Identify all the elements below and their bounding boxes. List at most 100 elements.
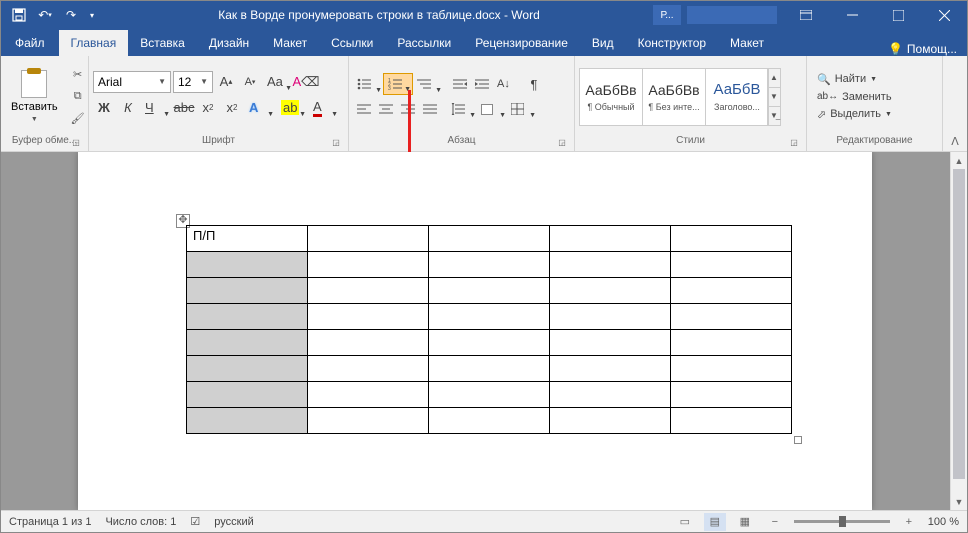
table-cell[interactable] [550, 226, 671, 252]
font-dialog-launcher[interactable]: ◲ [330, 138, 342, 150]
sort-button[interactable]: A↓ [493, 73, 523, 95]
table-cell[interactable] [429, 330, 550, 356]
multilevel-list-button[interactable]: ▼ [413, 73, 443, 95]
tab-design[interactable]: Дизайн [197, 30, 261, 56]
print-layout-button[interactable]: ▤ [704, 513, 726, 531]
font-size-combo[interactable]: 12▼ [173, 71, 213, 93]
table-cell[interactable] [671, 226, 792, 252]
table-cell[interactable] [308, 330, 429, 356]
table-cell[interactable] [550, 252, 671, 278]
text-effects-button[interactable]: А▼ [245, 97, 275, 119]
zoom-level[interactable]: 100 % [928, 516, 959, 528]
table-cell[interactable] [308, 278, 429, 304]
tab-view[interactable]: Вид [580, 30, 626, 56]
table-cell[interactable] [550, 330, 671, 356]
bold-button[interactable]: Ж [93, 97, 115, 119]
table-cell[interactable] [429, 226, 550, 252]
table-cell-selected[interactable] [187, 330, 308, 356]
table-cell[interactable] [671, 408, 792, 434]
styles-dialog-launcher[interactable]: ◲ [788, 138, 800, 150]
page[interactable]: ✥ П/П [78, 152, 872, 510]
table-cell[interactable] [429, 278, 550, 304]
change-case-button[interactable]: Aa▼ [263, 71, 293, 93]
tab-home[interactable]: Главная [59, 30, 129, 56]
table-cell[interactable] [550, 304, 671, 330]
style-normal[interactable]: АаБбВв¶ Обычный [579, 68, 643, 126]
copy-button[interactable]: ⧉ [68, 87, 88, 107]
cut-button[interactable]: ✂ [68, 65, 88, 85]
clipboard-dialog-launcher[interactable]: ◲ [70, 138, 82, 150]
qat-customize[interactable]: ▾ [85, 3, 99, 27]
decrease-indent-button[interactable] [449, 73, 471, 95]
subscript-button[interactable]: x2 [197, 97, 219, 119]
styles-scroll-down[interactable]: ▼ [768, 88, 780, 107]
table-cell[interactable] [550, 382, 671, 408]
table-cell[interactable] [550, 356, 671, 382]
format-painter-button[interactable]: 🖌 [68, 109, 88, 129]
align-center-button[interactable] [375, 98, 397, 120]
table-resize-handle[interactable] [794, 436, 802, 444]
collapse-ribbon-button[interactable]: ᐱ [943, 56, 967, 151]
style-heading1[interactable]: АаБбВЗаголово... [705, 68, 769, 126]
scroll-thumb[interactable] [953, 169, 965, 479]
font-color-button[interactable]: A▼ [309, 97, 339, 119]
table-cell[interactable] [671, 382, 792, 408]
font-name-combo[interactable]: Arial▼ [93, 71, 171, 93]
vertical-scrollbar[interactable]: ▲ ▼ [950, 152, 967, 510]
minimize-button[interactable] [829, 1, 875, 29]
table-cell-selected[interactable] [187, 408, 308, 434]
undo-button[interactable]: ↶▾ [33, 3, 57, 27]
table-cell[interactable] [429, 408, 550, 434]
align-left-button[interactable] [353, 98, 375, 120]
paste-button[interactable]: Вставить ▼ [5, 63, 64, 131]
table-cell[interactable] [308, 382, 429, 408]
tab-references[interactable]: Ссылки [319, 30, 385, 56]
strikethrough-button[interactable]: abc [173, 97, 195, 119]
table-cell[interactable] [429, 252, 550, 278]
line-spacing-button[interactable]: ▼ [447, 98, 477, 120]
zoom-out-button[interactable]: − [764, 513, 786, 531]
scroll-down-button[interactable]: ▼ [951, 493, 967, 510]
tab-mailings[interactable]: Рассылки [385, 30, 463, 56]
bullets-button[interactable]: ▼ [353, 73, 383, 95]
table-cell[interactable] [308, 408, 429, 434]
table-cell-selected[interactable] [187, 252, 308, 278]
table-cell[interactable] [671, 278, 792, 304]
clear-formatting-button[interactable]: A⌫ [295, 71, 317, 93]
account-name[interactable] [687, 6, 777, 24]
highlight-button[interactable]: ab▼ [277, 97, 307, 119]
table-cell[interactable] [550, 408, 671, 434]
tab-file[interactable]: Файл [1, 30, 59, 56]
read-mode-button[interactable]: ▭ [674, 513, 696, 531]
find-button[interactable]: 🔍Найти▼ [815, 72, 894, 87]
shading-button[interactable]: ▼ [477, 98, 507, 120]
ribbon-display-options[interactable] [783, 1, 829, 29]
underline-button[interactable]: Ч▼ [141, 97, 171, 119]
tab-review[interactable]: Рецензирование [463, 30, 580, 56]
table-cell-selected[interactable] [187, 278, 308, 304]
language-status[interactable]: русский [214, 516, 253, 528]
table-cell[interactable] [429, 304, 550, 330]
select-button[interactable]: ⬀Выделить▼ [815, 107, 894, 122]
borders-button[interactable]: ▼ [507, 98, 537, 120]
tab-table-layout[interactable]: Макет [718, 30, 776, 56]
table-cell-selected[interactable] [187, 304, 308, 330]
table-cell[interactable] [429, 356, 550, 382]
table-cell[interactable] [308, 252, 429, 278]
styles-expand[interactable]: ▼̲ [768, 107, 780, 125]
table-header-cell[interactable]: П/П [187, 226, 308, 252]
zoom-slider-thumb[interactable] [839, 516, 846, 527]
redo-button[interactable]: ↷ [59, 3, 83, 27]
styles-scroll-up[interactable]: ▲ [768, 69, 780, 88]
tab-layout[interactable]: Макет [261, 30, 319, 56]
table-cell[interactable] [429, 382, 550, 408]
table-cell[interactable] [308, 304, 429, 330]
spellcheck-icon[interactable]: ☑ [190, 515, 200, 528]
word-count-status[interactable]: Число слов: 1 [105, 516, 176, 528]
increase-indent-button[interactable] [471, 73, 493, 95]
table-cell[interactable] [671, 356, 792, 382]
save-button[interactable] [7, 3, 31, 27]
show-marks-button[interactable]: ¶ [523, 73, 545, 95]
superscript-button[interactable]: x2 [221, 97, 243, 119]
account-badge[interactable]: Р... [653, 5, 681, 25]
